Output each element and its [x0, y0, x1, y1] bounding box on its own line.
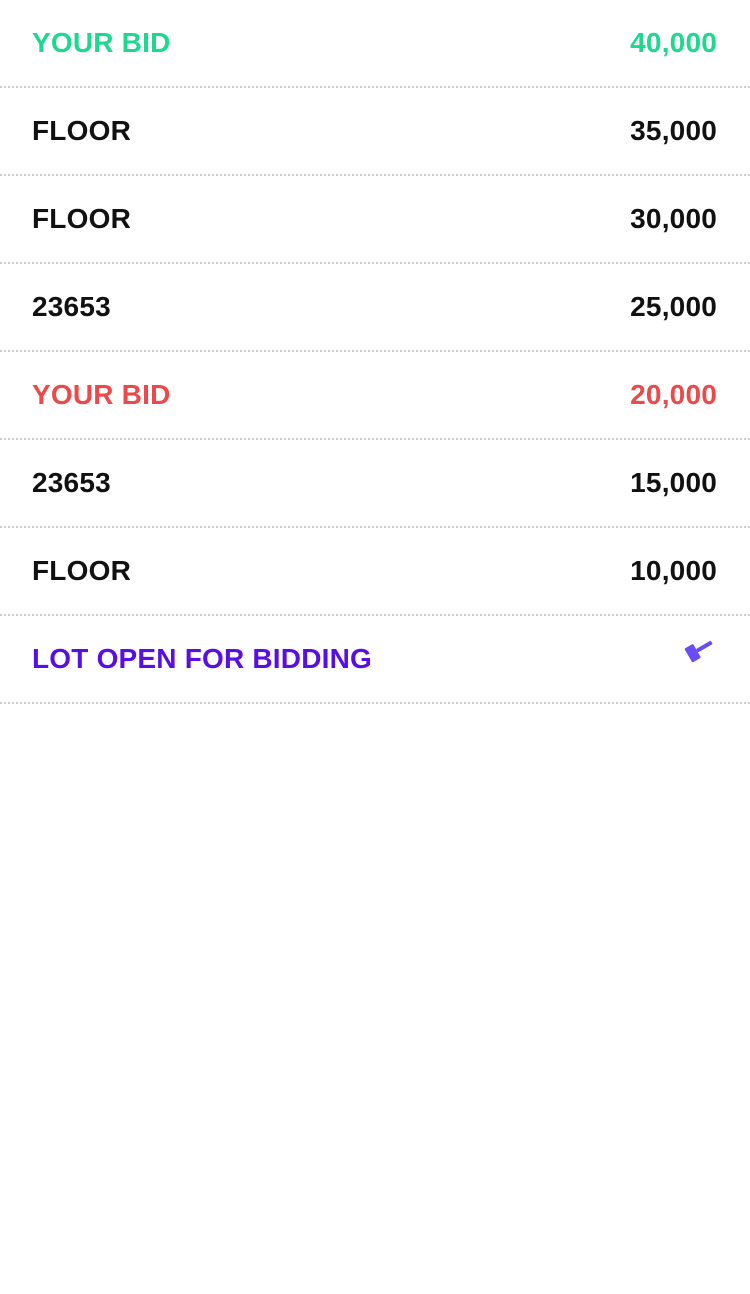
bid-row: FLOOR 30,000 [0, 176, 750, 264]
bid-amount: 10,000 [630, 555, 717, 586]
lot-status-label: LOT OPEN FOR BIDDING [32, 643, 372, 674]
bid-label: YOUR BID [32, 379, 171, 410]
bid-amount: 30,000 [630, 203, 717, 234]
bid-label: FLOOR [32, 203, 131, 234]
bid-row: FLOOR 35,000 [0, 88, 750, 176]
bid-label: 23653 [32, 467, 111, 498]
bid-label: FLOOR [32, 115, 131, 146]
bid-amount: 35,000 [630, 115, 717, 146]
bid-amount: 20,000 [630, 379, 717, 410]
bid-row: 23653 25,000 [0, 264, 750, 352]
bid-label: FLOOR [32, 555, 131, 586]
gavel-icon [684, 640, 713, 663]
bid-row: YOUR BID 20,000 [0, 352, 750, 440]
bid-row: FLOOR 10,000 [0, 528, 750, 616]
lot-status-row: LOT OPEN FOR BIDDING [0, 616, 750, 704]
bid-amount: 25,000 [630, 291, 717, 322]
bid-label: YOUR BID [32, 27, 171, 58]
bid-label: 23653 [32, 291, 111, 322]
bid-row: 23653 15,000 [0, 440, 750, 528]
bid-history-list: YOUR BID 40,000 FLOOR 35,000 FLOOR 30,00… [0, 0, 750, 704]
bid-row: YOUR BID 40,000 [0, 0, 750, 88]
bid-amount: 40,000 [630, 27, 717, 58]
bid-amount: 15,000 [630, 467, 717, 498]
